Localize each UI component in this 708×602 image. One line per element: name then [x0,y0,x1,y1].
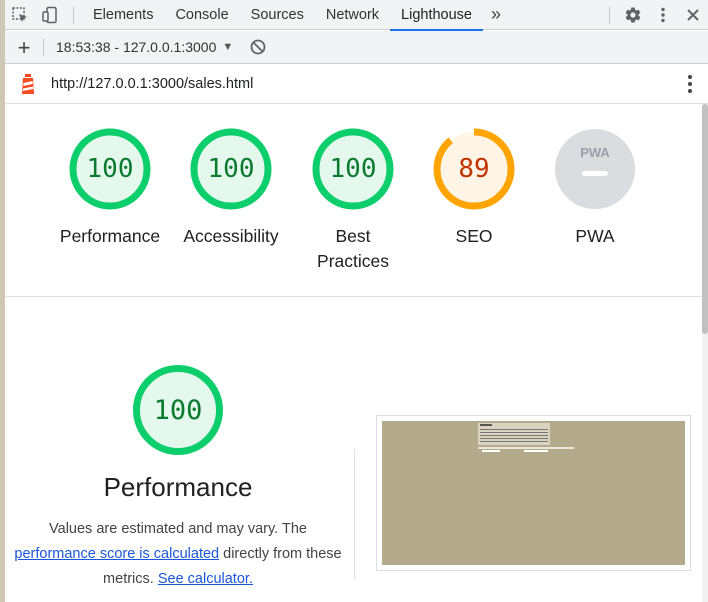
tab-network[interactable]: Network [315,0,390,30]
tab-sources[interactable]: Sources [240,0,315,30]
pwa-badge-text: PWA [580,145,610,160]
gauge-score: 100 [329,154,377,184]
gauge-score: 89 [458,154,490,184]
gauge-accessibility[interactable]: 100 Accessibility [171,128,291,249]
report-selector-label: 18:53:38 - 127.0.0.1:3000 [56,39,217,55]
devtools-window: Elements Console Sources Network Lightho… [0,0,708,602]
lighthouse-toolbar: + 18:53:38 - 127.0.0.1:3000 ▼ [5,31,708,64]
devtools-tabbar: Elements Console Sources Network Lightho… [5,0,708,31]
gauge-label: Performance [59,226,161,246]
more-tabs-icon[interactable]: » [483,4,509,25]
device-toolbar-icon[interactable] [35,0,65,30]
gauge-label: Accessibility [183,226,279,246]
pwa-badge-icon: PWA [555,129,635,209]
gauge-ring: 100 [312,128,394,210]
performance-summary: 100 Performance Values are estimated and… [5,364,351,592]
report-menu-kebab-icon[interactable] [686,74,694,99]
gauge-score: 100 [207,154,255,184]
gauge-pwa[interactable]: PWA PWA [535,128,655,249]
gauge-ring: PWA [554,128,636,210]
block-icon[interactable] [249,38,267,56]
report-url-bar: http://127.0.0.1:3000/sales.html [5,64,708,104]
toolbar-divider [609,6,610,24]
final-screenshot[interactable] [376,415,691,571]
gauge-label: Best Practices [317,226,389,271]
scrollbar-thumb[interactable] [702,104,708,334]
perf-desc-line1: Values are estimated and may vary. The [49,521,307,537]
gauge-best-practices[interactable]: 100 Best Practices [293,128,413,274]
screenshot-thumbnail-drawing [478,423,574,452]
kebab-menu-icon[interactable] [648,0,678,30]
gauge-ring: 89 [433,128,515,210]
performance-big-gauge: 100 [132,364,224,456]
final-screenshot-image [382,421,685,565]
gauge-score: 100 [86,154,134,184]
gauge-label: SEO [455,226,493,246]
close-icon[interactable] [678,0,708,30]
plus-icon[interactable]: + [5,31,43,64]
performance-big-score: 100 [153,394,203,426]
score-gauges: 100 Performance 100 Accessibility 100 Be… [5,104,702,297]
perf-desc-line2: directly from these [219,546,342,562]
performance-score-link[interactable]: performance score is calculated [14,546,219,562]
inspect-element-icon[interactable] [5,0,35,30]
tab-elements[interactable]: Elements [82,0,164,30]
tab-lighthouse[interactable]: Lighthouse [390,0,483,31]
gauge-seo[interactable]: 89 SEO [414,128,534,249]
gear-icon[interactable] [618,0,648,30]
section-divider [354,449,355,579]
gauge-ring: 100 [190,128,272,210]
performance-description: Values are estimated and may vary. The p… [5,517,351,592]
gauge-label: PWA [575,226,615,246]
gauge-performance[interactable]: 100 Performance [50,128,170,249]
report-url: http://127.0.0.1:3000/sales.html [51,75,254,92]
lighthouse-logo-icon [5,73,51,95]
perf-desc-line3: metrics. [103,571,158,587]
toolbar-divider [73,5,74,24]
report-selector[interactable]: 18:53:38 - 127.0.0.1:3000 ▼ [44,39,233,55]
tab-console[interactable]: Console [164,0,239,30]
report-content: 100 Performance 100 Accessibility 100 Be… [5,104,702,602]
gauge-ring: 100 [69,128,151,210]
performance-title: Performance [103,472,253,502]
tabbar-right-controls [601,0,708,30]
caret-down-icon: ▼ [222,41,234,53]
see-calculator-link[interactable]: See calculator. [158,571,253,587]
